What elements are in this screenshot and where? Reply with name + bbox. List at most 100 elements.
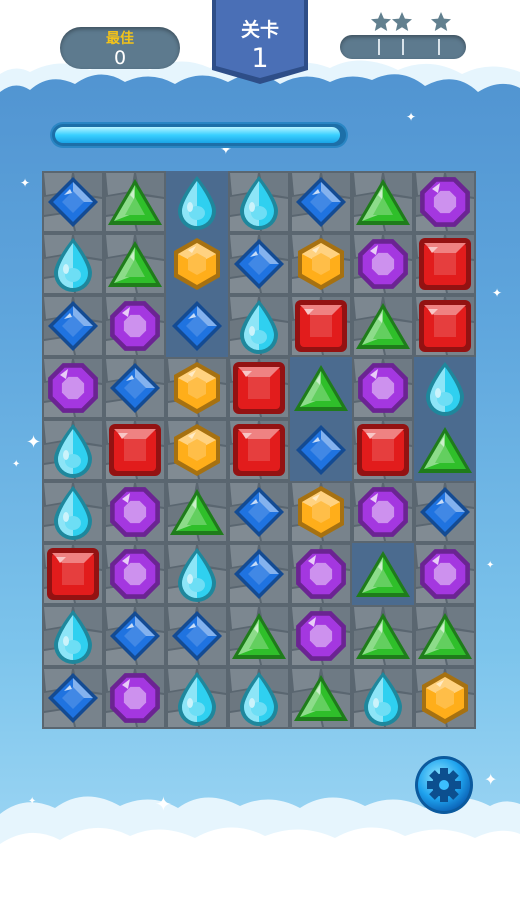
orange-hexagon-gem [166, 419, 228, 481]
cyan-drop-gem [414, 357, 476, 419]
purple-octagon-gem [104, 667, 166, 729]
purple-octagon-gem [104, 481, 166, 543]
board-cell[interactable] [104, 543, 166, 605]
purple-octagon-gem [414, 171, 476, 233]
board-cell[interactable] [414, 543, 476, 605]
board-cell[interactable] [166, 171, 228, 233]
board-cell[interactable] [42, 419, 104, 481]
board-cell[interactable] [42, 171, 104, 233]
cyan-drop-gem [42, 481, 104, 543]
board-cell[interactable] [414, 419, 476, 481]
sparkle-icon: ✦ [28, 796, 37, 807]
board-cell[interactable] [414, 171, 476, 233]
board-cell[interactable] [166, 233, 228, 295]
red-square-gem [414, 233, 476, 295]
board-cell[interactable] [290, 667, 352, 729]
cyan-drop-gem [166, 667, 228, 729]
board-cell[interactable] [228, 605, 290, 667]
board-cell[interactable] [104, 481, 166, 543]
board-cell[interactable] [290, 419, 352, 481]
board-cell[interactable] [414, 233, 476, 295]
star-threshold-tick [438, 39, 440, 55]
board-cell[interactable] [228, 233, 290, 295]
time-remaining-fill [55, 127, 341, 143]
best-score-value: 0 [113, 47, 127, 69]
cyan-drop-gem [42, 605, 104, 667]
board-cell[interactable] [352, 357, 414, 419]
cyan-drop-gem [228, 667, 290, 729]
board-cell[interactable] [42, 605, 104, 667]
green-triangle-gem [290, 667, 352, 729]
cyan-drop-gem [166, 171, 228, 233]
board-cell[interactable] [352, 605, 414, 667]
board-cell[interactable] [352, 419, 414, 481]
board-cell[interactable] [352, 171, 414, 233]
settings-button[interactable] [414, 755, 474, 815]
board-cell[interactable] [228, 419, 290, 481]
board-cell[interactable] [352, 233, 414, 295]
board-cell[interactable] [414, 357, 476, 419]
board-cell[interactable] [104, 357, 166, 419]
board-cell[interactable] [228, 543, 290, 605]
board-cell[interactable] [42, 295, 104, 357]
green-triangle-gem [352, 171, 414, 233]
board-cell[interactable] [104, 295, 166, 357]
purple-octagon-gem [104, 295, 166, 357]
board-cell[interactable] [42, 233, 104, 295]
board-cell[interactable] [414, 481, 476, 543]
board-cell[interactable] [290, 171, 352, 233]
red-square-gem [352, 419, 414, 481]
purple-octagon-gem [352, 357, 414, 419]
game-board [42, 171, 476, 729]
board-cell[interactable] [290, 357, 352, 419]
board-cell[interactable] [104, 233, 166, 295]
star-progress-bar [340, 35, 466, 59]
board-cell[interactable] [104, 171, 166, 233]
green-triangle-gem [166, 481, 228, 543]
board-cell[interactable] [290, 605, 352, 667]
board-cell[interactable] [42, 357, 104, 419]
board-cell[interactable] [104, 667, 166, 729]
board-cell[interactable] [228, 667, 290, 729]
board-cell[interactable] [352, 667, 414, 729]
board-cell[interactable] [290, 543, 352, 605]
sparkle-icon: ✦ [26, 432, 42, 453]
board-cell[interactable] [42, 481, 104, 543]
board-cell[interactable] [414, 605, 476, 667]
blue-diamond-gem [290, 419, 352, 481]
orange-hexagon-gem [414, 667, 476, 729]
board-cell[interactable] [228, 171, 290, 233]
board-cell[interactable] [42, 667, 104, 729]
board-cell[interactable] [352, 543, 414, 605]
board-cell[interactable] [104, 605, 166, 667]
board-cell[interactable] [228, 481, 290, 543]
green-triangle-gem [228, 605, 290, 667]
board-cell[interactable] [166, 605, 228, 667]
board-cell[interactable] [166, 419, 228, 481]
board-cell[interactable] [290, 295, 352, 357]
level-label: 关卡 [240, 19, 279, 41]
cyan-drop-gem [42, 419, 104, 481]
board-cell[interactable] [166, 295, 228, 357]
board-cell[interactable] [352, 481, 414, 543]
board-cell[interactable] [166, 543, 228, 605]
board-cell[interactable] [228, 357, 290, 419]
board-cell[interactable] [290, 481, 352, 543]
board-cell[interactable] [414, 667, 476, 729]
board-cell[interactable] [104, 419, 166, 481]
purple-octagon-gem [352, 481, 414, 543]
board-cell[interactable] [42, 543, 104, 605]
time-remaining-bar [52, 124, 346, 146]
board-cell[interactable] [166, 357, 228, 419]
sparkle-icon: ✦ [484, 770, 498, 789]
board-cell[interactable] [352, 295, 414, 357]
board-cell[interactable] [414, 295, 476, 357]
best-score-label: 最佳 [106, 31, 134, 47]
blue-diamond-gem [228, 543, 290, 605]
board-cell[interactable] [290, 233, 352, 295]
board-cell[interactable] [166, 667, 228, 729]
board-cell[interactable] [166, 481, 228, 543]
board-cell[interactable] [228, 295, 290, 357]
sparkle-icon: ✦ [492, 286, 503, 300]
red-square-gem [228, 357, 290, 419]
